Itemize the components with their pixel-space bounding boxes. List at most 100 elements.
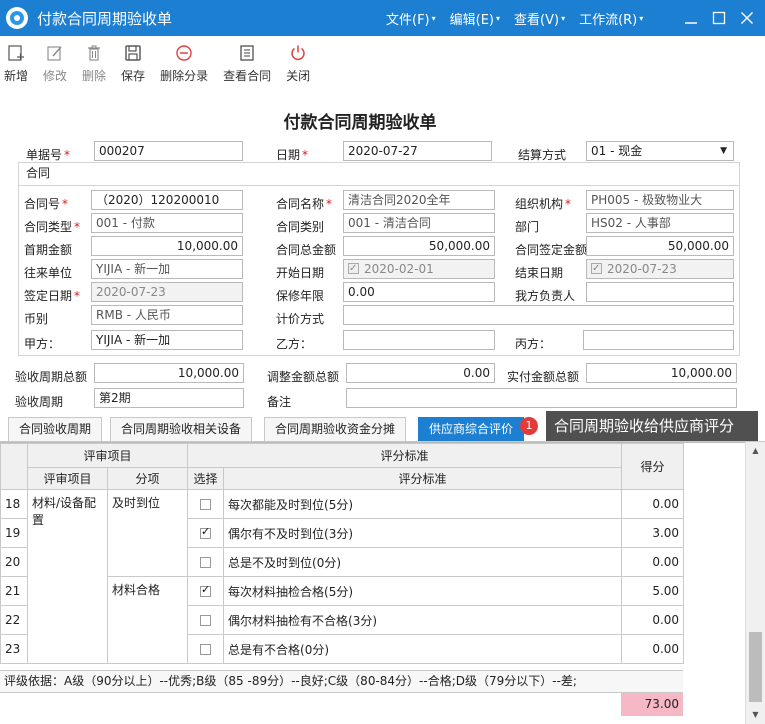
std-cell[interactable]: 偶尔材料抽检有不合格(3分) — [223, 605, 623, 635]
close-button[interactable]: 关闭 — [286, 36, 310, 88]
period-field[interactable]: 第2期 — [94, 388, 244, 408]
sub-header: 分项 — [106, 467, 189, 490]
dept-field[interactable]: HS02 - 人事部 — [586, 213, 734, 233]
select-cell[interactable] — [187, 576, 225, 606]
view-contract-button[interactable]: 查看合同 — [223, 36, 271, 88]
scroll-down-icon[interactable]: ▼ — [746, 706, 765, 724]
sign-date-label: 签定日期 * — [24, 289, 81, 303]
end-date-field[interactable]: 2020-07-23 — [586, 259, 734, 279]
sign-date-field[interactable]: 2020-07-23 — [91, 282, 243, 302]
table-row[interactable]: 18 材料/设备配置 及时到位 每次都能及时到位(5分) 0.00 — [0, 489, 685, 664]
party-c-field[interactable] — [583, 330, 734, 350]
scroll-up-icon[interactable]: ▲ — [746, 442, 765, 460]
partner-field[interactable]: YIJIA - 新一加 — [91, 259, 243, 279]
row-checkbox[interactable] — [200, 557, 212, 568]
total-amount-label: 合同总金额 — [276, 243, 337, 257]
first-amount-field[interactable]: 10,000.00 — [91, 236, 243, 256]
row-checkbox[interactable] — [200, 525, 212, 539]
row-number: 23 — [0, 634, 28, 664]
select-cell[interactable] — [187, 605, 225, 635]
row-number: 18 — [0, 489, 28, 519]
delete-button[interactable]: 删除 — [82, 36, 106, 88]
std-cell[interactable]: 偶尔有不及时到位(3分) — [223, 518, 623, 548]
row-checkbox[interactable] — [200, 644, 212, 655]
scroll-thumb[interactable] — [749, 632, 762, 702]
score-cell[interactable]: 5.00 — [621, 576, 685, 606]
score-cell[interactable]: 0.00 — [621, 605, 685, 635]
close-window-button[interactable] — [735, 6, 759, 30]
chevron-down-icon: ▾ — [496, 13, 501, 23]
contract-group-header: 合同 — [18, 162, 740, 186]
menu-file[interactable]: 文件(F) ▾ — [386, 9, 436, 28]
tab-fund-allocation[interactable]: 合同周期验收资金分摊 — [264, 417, 407, 441]
save-button[interactable]: 保存 — [121, 36, 145, 88]
tab-related-equipment[interactable]: 合同周期验收相关设备 — [110, 417, 253, 441]
org-field[interactable]: PH005 - 极致物业大 — [586, 190, 734, 210]
std-cell[interactable]: 总是有不合格(0分) — [223, 634, 623, 664]
row-checkbox[interactable] — [200, 583, 212, 597]
minimize-button[interactable] — [679, 6, 703, 30]
actual-total-field[interactable]: 10,000.00 — [586, 363, 737, 383]
row-number: 19 — [0, 518, 28, 548]
menu-workflow[interactable]: 工作流(R) ▾ — [579, 9, 643, 28]
start-date-label: 开始日期 — [276, 266, 325, 280]
score-cell[interactable]: 0.00 — [621, 634, 685, 664]
power-icon — [291, 45, 305, 61]
edit-button[interactable]: 修改 — [43, 36, 67, 88]
row-checkbox[interactable] — [200, 499, 212, 510]
adjust-total-field[interactable]: 0.00 — [346, 363, 495, 383]
vertical-scrollbar[interactable]: ▲ ▼ — [745, 442, 765, 724]
contract-name-field[interactable]: 清洁合同2020全年 — [343, 190, 495, 210]
score-cell[interactable]: 0.00 — [621, 489, 685, 519]
score-cell[interactable]: 3.00 — [621, 518, 685, 548]
party-b-field[interactable] — [343, 330, 495, 350]
settle-select[interactable]: 01 - 现金 ▼ — [586, 141, 734, 161]
sub-cell[interactable]: 及时到位 — [106, 489, 189, 577]
window-title: 付款合同周期验收单 — [37, 9, 173, 28]
owner-field[interactable] — [586, 282, 734, 302]
tooltip: 合同周期验收给供应商评分 — [546, 411, 758, 441]
total-amount-field[interactable]: 50,000.00 — [343, 236, 495, 256]
chevron-down-icon: ▾ — [561, 13, 566, 23]
std-cell[interactable]: 总是不及时到位(0分) — [223, 547, 623, 577]
party-a-field[interactable]: YIJIA - 新一加 — [91, 330, 243, 350]
menu-view[interactable]: 查看(V) ▾ — [514, 9, 565, 28]
tab-acceptance-period[interactable]: 合同验收周期 — [8, 417, 103, 441]
select-cell[interactable] — [187, 518, 225, 548]
trash-icon — [88, 45, 101, 61]
new-button[interactable]: 新增 — [4, 36, 28, 88]
select-cell[interactable] — [187, 489, 225, 519]
new-document-icon — [8, 45, 24, 61]
period-total-field[interactable]: 10,000.00 — [94, 363, 244, 383]
select-cell[interactable] — [187, 634, 225, 664]
sub-cell[interactable]: 材料合格 — [106, 576, 189, 664]
score-cell[interactable]: 0.00 — [621, 547, 685, 577]
tab-supplier-evaluation[interactable]: 供应商综合评价 — [418, 417, 525, 441]
menu-edit[interactable]: 编辑(E) ▾ — [450, 9, 500, 28]
standard-group-header: 评分标准 — [187, 443, 623, 468]
delete-entry-button[interactable]: 删除分录 — [160, 36, 208, 88]
maximize-button[interactable] — [707, 6, 731, 30]
signed-amount-field[interactable]: 50,000.00 — [586, 236, 734, 256]
std-cell[interactable]: 每次材料抽检合格(5分) — [223, 576, 623, 606]
contract-cat-field[interactable]: 001 - 清洁合同 — [343, 213, 495, 233]
contract-type-field[interactable]: 001 - 付款 — [91, 213, 243, 233]
start-date-field[interactable]: 2020-02-01 — [343, 259, 495, 279]
row-checkbox[interactable] — [200, 615, 212, 626]
select-cell[interactable] — [187, 547, 225, 577]
item-header: 评审项目 — [27, 467, 108, 490]
date-field[interactable]: 2020-07-27 — [343, 141, 492, 161]
std-cell[interactable]: 每次都能及时到位(5分) — [223, 489, 623, 519]
pricing-field[interactable] — [343, 305, 734, 325]
item-cell[interactable]: 材料/设备配置 — [27, 489, 108, 664]
warranty-field[interactable]: 0.00 — [343, 282, 495, 302]
end-date-label: 结束日期 — [515, 266, 564, 280]
settle-label: 结算方式 — [518, 148, 567, 162]
warranty-label: 保修年限 — [276, 289, 325, 303]
total-row: 73.00 — [0, 692, 683, 716]
remark-field[interactable] — [346, 388, 737, 408]
bill-no-field[interactable]: 000207 — [94, 141, 243, 161]
adjust-total-label: 调整金额总额 — [267, 370, 340, 384]
currency-field[interactable]: RMB - 人民币 — [91, 305, 243, 325]
contract-no-field[interactable]: （2020）120200010 — [91, 190, 243, 210]
